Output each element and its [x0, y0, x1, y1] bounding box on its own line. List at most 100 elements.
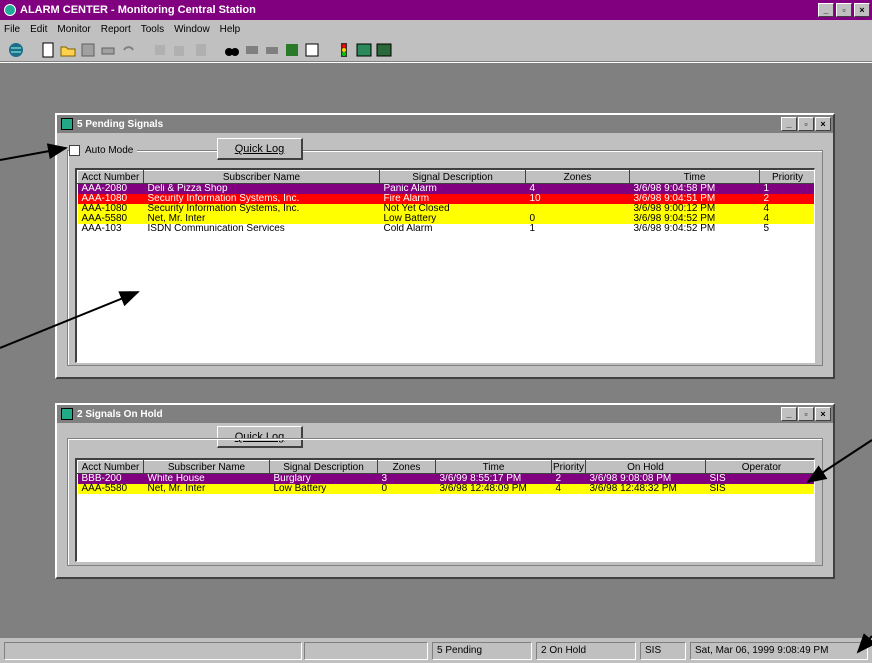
app-title: ALARM CENTER - Monitoring Central Statio… — [20, 4, 256, 16]
col-time[interactable]: Time — [435, 460, 552, 474]
subscriber-name: Net, Mr. Inter — [143, 214, 380, 224]
pending-quick-log-button[interactable]: Quick Log — [217, 138, 303, 160]
subscriber-name: Security Information Systems, Inc. — [143, 194, 380, 204]
zones: 3 — [377, 473, 436, 484]
acct-number: BBB-200 — [77, 473, 144, 484]
menu-file[interactable]: File — [4, 24, 20, 35]
auto-mode-box[interactable] — [69, 145, 80, 156]
undo-icon[interactable] — [120, 42, 136, 58]
subscriber-name: White House — [143, 473, 270, 484]
pending-signals-list[interactable]: Acct Number Subscriber Name Signal Descr… — [75, 168, 815, 363]
col-priority[interactable]: Priority — [551, 460, 586, 474]
time: 3/6/98 9:04:52 PM — [629, 214, 760, 224]
col-time[interactable]: Time — [629, 170, 760, 184]
menu-help[interactable]: Help — [220, 24, 241, 35]
col-signal-description[interactable]: Signal Description — [269, 460, 378, 474]
signal-description: Fire Alarm — [379, 194, 526, 204]
traffic-light-icon[interactable] — [336, 42, 352, 58]
menu-tools[interactable]: Tools — [141, 24, 164, 35]
acct-number: AAA-5580 — [77, 484, 144, 494]
table-row[interactable]: AAA-5580 Net, Mr. Inter Low Battery 0 3/… — [77, 484, 814, 494]
acct-number: AAA-1080 — [77, 204, 144, 214]
on-hold-window: 2 Signals On Hold _ ▫ × Quick Log Acct N… — [55, 403, 835, 579]
col-subscriber-name[interactable]: Subscriber Name — [143, 460, 270, 474]
pending-signals-title: 5 Pending Signals — [77, 118, 164, 130]
col-operator[interactable]: Operator — [705, 460, 814, 474]
maximize-button[interactable]: ▫ — [836, 3, 852, 17]
time: 3/6/98 9:00:12 PM — [629, 204, 760, 214]
priority: 1 — [759, 183, 814, 194]
zones: 1 — [525, 224, 630, 234]
signal-description: Not Yet Closed — [379, 204, 526, 214]
copy-icon[interactable] — [172, 42, 188, 58]
signals-window-icon[interactable] — [356, 42, 372, 58]
table-row[interactable]: AAA-1080 Security Information Systems, I… — [77, 204, 814, 214]
priority: 2 — [759, 194, 814, 204]
table-row[interactable]: AAA-1080 Security Information Systems, I… — [77, 194, 814, 204]
acct-number: AAA-5580 — [77, 214, 144, 224]
menu-window[interactable]: Window — [174, 24, 210, 35]
col-signal-description[interactable]: Signal Description — [379, 170, 526, 184]
col-priority[interactable]: Priority — [759, 170, 814, 184]
save-icon[interactable] — [80, 42, 96, 58]
open-folder-icon[interactable] — [60, 42, 76, 58]
binoculars-icon[interactable] — [224, 42, 240, 58]
pending-quick-log-label: Quick Log — [234, 143, 285, 155]
priority: 2 — [551, 473, 586, 484]
acct-number: AAA-2080 — [77, 183, 144, 194]
signal-description: Low Battery — [379, 214, 526, 224]
col-subscriber-name[interactable]: Subscriber Name — [143, 170, 380, 184]
priority: 4 — [759, 214, 814, 224]
hold-window-icon[interactable] — [376, 42, 392, 58]
menu-edit[interactable]: Edit — [30, 24, 47, 35]
priority: 5 — [759, 224, 814, 234]
table-row[interactable]: AAA-5580 Net, Mr. Inter Low Battery 0 3/… — [77, 214, 814, 224]
col-on-hold[interactable]: On Hold — [585, 460, 706, 474]
mail-icon[interactable] — [244, 42, 260, 58]
status-on-hold: 2 On Hold — [536, 642, 636, 660]
status-datetime: Sat, Mar 06, 1999 9:08:49 PM — [690, 642, 868, 660]
new-file-icon[interactable] — [40, 42, 56, 58]
time: 3/6/98 9:04:51 PM — [629, 194, 760, 204]
on-hold-time: 3/6/98 9:08:08 PM — [585, 473, 706, 484]
menu-report[interactable]: Report — [101, 24, 131, 35]
priority: 4 — [759, 204, 814, 214]
calendar-icon[interactable] — [304, 42, 320, 58]
table-row[interactable]: AAA-2080 Deli & Pizza Shop Panic Alarm 4… — [77, 183, 814, 194]
print-icon[interactable] — [100, 42, 116, 58]
minimize-button[interactable]: _ — [818, 3, 834, 17]
status-user: SIS — [640, 642, 686, 660]
time: 3/6/98 9:04:58 PM — [629, 183, 760, 194]
grid-icon[interactable] — [284, 42, 300, 58]
col-zones[interactable]: Zones — [525, 170, 630, 184]
onhold-close-button[interactable]: × — [815, 407, 831, 421]
on-hold-title-bar: 2 Signals On Hold _ ▫ × — [57, 405, 833, 423]
paste-icon[interactable] — [192, 42, 208, 58]
on-hold-list[interactable]: Acct Number Subscriber Name Signal Descr… — [75, 458, 815, 562]
pending-close-button[interactable]: × — [815, 117, 831, 131]
priority: 4 — [551, 484, 586, 494]
pending-minimize-button[interactable]: _ — [781, 117, 797, 131]
onhold-maximize-button[interactable]: ▫ — [798, 407, 814, 421]
phone-icon[interactable] — [264, 42, 280, 58]
col-acct-number[interactable]: Acct Number — [77, 170, 144, 184]
menu-bar: File Edit Monitor Report Tools Window He… — [0, 20, 872, 38]
globe-icon[interactable] — [8, 42, 24, 58]
table-row[interactable]: AAA-103 ISDN Communication Services Cold… — [77, 224, 814, 234]
col-acct-number[interactable]: Acct Number — [77, 460, 144, 474]
signal-description: Panic Alarm — [379, 183, 526, 194]
menu-monitor[interactable]: Monitor — [57, 24, 90, 35]
pending-maximize-button[interactable]: ▫ — [798, 117, 814, 131]
table-row[interactable]: BBB-200 White House Burglary 3 3/6/99 8:… — [77, 473, 814, 484]
onhold-minimize-button[interactable]: _ — [781, 407, 797, 421]
close-button[interactable]: × — [854, 3, 870, 17]
zones: 0 — [377, 484, 436, 494]
cut-icon[interactable] — [152, 42, 168, 58]
status-panel-empty-2 — [304, 642, 428, 660]
col-zones[interactable]: Zones — [377, 460, 436, 474]
zones: 0 — [525, 214, 630, 224]
time: 3/6/98 9:04:52 PM — [629, 224, 760, 234]
auto-mode-checkbox[interactable]: Auto Mode — [69, 145, 138, 156]
signal-description: Burglary — [269, 473, 378, 484]
time: 3/6/99 8:55:17 PM — [435, 473, 552, 484]
